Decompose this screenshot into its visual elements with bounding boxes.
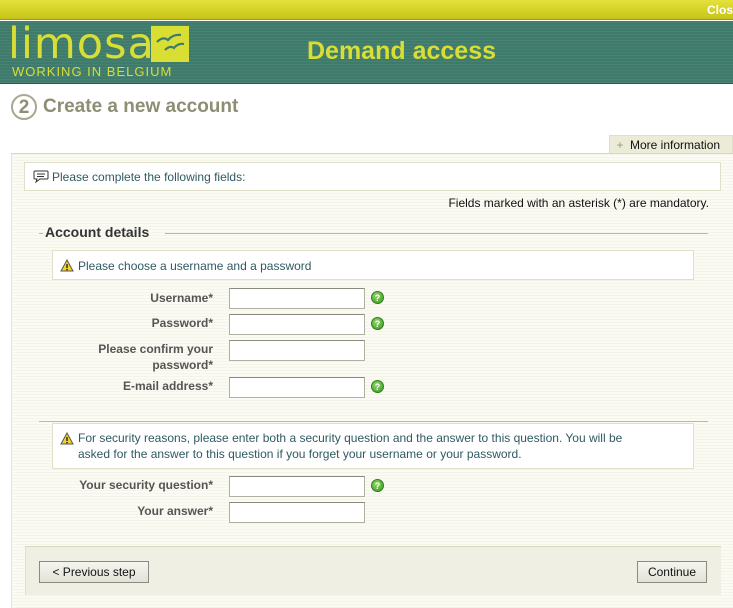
confirm-password-label-line1: Please confirm your [98,342,213,356]
password-help-icon[interactable]: ? [371,317,384,330]
account-details-legend: Account details [45,224,150,240]
mandatory-note: Fields marked with an asterisk (*) are m… [448,196,709,210]
email-field[interactable] [229,377,365,398]
header-banner: limosa WORKING IN BELGIUM Demand access [0,21,733,84]
close-link[interactable]: Close [707,3,733,17]
plus-icon: + [616,137,624,152]
top-bar: Close [0,0,733,20]
email-help-icon[interactable]: ? [371,380,384,393]
password-field[interactable] [229,314,365,335]
security-question-label: Your security question* [79,478,213,492]
instruction-notice: Please complete the following fields: [24,162,721,191]
security-question-field[interactable] [229,476,365,497]
security-answer-field[interactable] [229,502,365,523]
confirm-password-label: Please confirm your password* [13,341,213,373]
section-divider [39,421,708,422]
security-question-help-icon[interactable]: ? [371,479,384,492]
security-warning-line2: asked for the answer to this question if… [78,447,522,461]
security-warning: For security reasons, please enter both … [52,423,694,469]
bird-logo-icon [151,26,189,62]
more-information-label: More information [630,137,721,152]
step-heading: 2 Create a new account [11,93,238,121]
step-number-badge: 2 [11,94,37,120]
logo-text: limosa [8,19,155,69]
previous-step-button[interactable]: < Previous step [39,561,149,583]
credentials-warning-text: Please choose a username and a password [78,259,312,273]
security-answer-label: Your answer* [137,504,213,518]
instruction-text: Please complete the following fields: [52,169,246,184]
logo-tagline: WORKING IN BELGIUM [12,64,173,79]
username-field[interactable] [229,288,365,309]
security-warning-line1: For security reasons, please enter both … [78,431,623,445]
password-label: Password* [151,316,213,330]
fieldset-border [39,233,43,234]
continue-button[interactable]: Continue [637,561,707,583]
more-information-toggle[interactable]: + More information [609,135,733,154]
username-help-icon[interactable]: ? [371,291,384,304]
email-label: E-mail address* [122,379,213,393]
confirm-password-label-line2: password* [152,358,213,372]
speech-bubble-icon [33,170,49,183]
warning-icon [60,259,74,272]
username-label: Username* [150,291,213,305]
confirm-password-field[interactable] [229,340,365,361]
fieldset-border [165,233,708,234]
page-banner-title: Demand access [307,37,497,65]
step-title: Create a new account [43,96,239,117]
credentials-warning: Please choose a username and a password [52,250,694,280]
warning-icon [60,432,74,445]
